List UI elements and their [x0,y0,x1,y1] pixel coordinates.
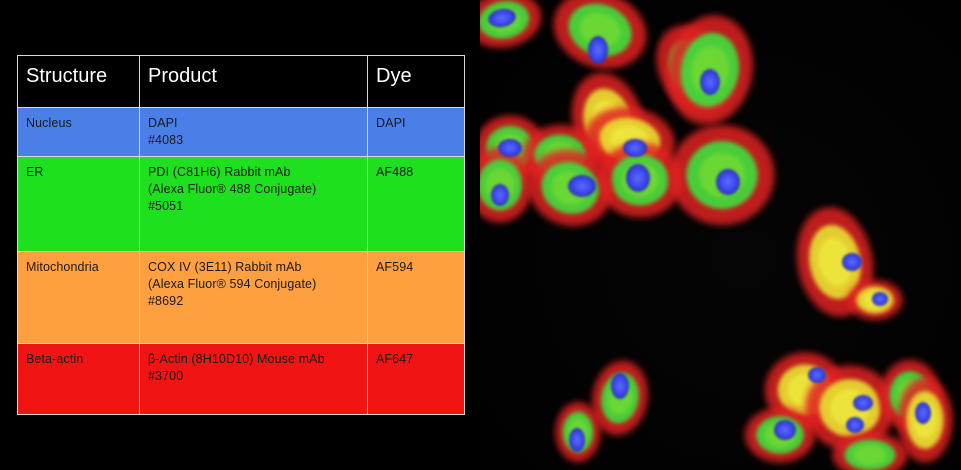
product-line: (Alexa Fluor® 488 Conjugate) [148,181,317,196]
cell-product: β-Actin (8H10D10) Mouse mAb #3700 [139,343,368,415]
table-header-row: Structure Product Dye [17,55,465,108]
cell-structure: Mitochondria [17,250,140,345]
cell-structure: Nucleus [17,106,140,158]
nucleus [842,253,862,271]
nucleus [716,169,740,195]
cell-dye: AF594 [367,250,465,345]
cell [480,0,542,48]
table-row-nucleus: Nucleus DAPI #4083 DAPI [17,106,465,158]
product-line: β-Actin (8H10D10) Mouse mAb [148,352,325,367]
nucleus [872,292,888,306]
cell-structure: ER [17,156,140,252]
cell-product: PDI (C81H6) Rabbit mAb (Alexa Fluor® 488… [139,156,368,252]
cell-dye: AF488 [367,156,465,252]
cells-image [480,0,953,470]
nucleus [588,36,608,64]
product-line: COX IV (3E11) Rabbit mAb [148,259,302,274]
cell-product: COX IV (3E11) Rabbit mAb (Alexa Fluor® 5… [139,250,368,345]
product-line: #3700 [148,369,184,384]
cell-structure: Beta-actin [17,343,140,415]
table-row-beta-actin: Beta-actin β-Actin (8H10D10) Mouse mAb #… [17,343,465,415]
product-line: #5051 [148,198,184,213]
header-dye: Dye [367,55,465,108]
nucleus [623,139,647,157]
header-product: Product [139,55,368,108]
product-line: PDI (C81H6) Rabbit mAb [148,165,291,180]
product-line: DAPI [148,116,178,130]
mito-stain [853,445,887,465]
nucleus [700,69,720,95]
product-line: #8692 [148,293,184,308]
nucleus [611,373,629,399]
product-line: #4083 [148,132,184,147]
cell-dye: DAPI [367,106,465,158]
nucleus [808,367,826,383]
legend-panel: Structure Product Dye Nucleus DAPI #4083… [0,0,480,470]
staining-legend-table: Structure Product Dye Nucleus DAPI #4083… [17,55,465,415]
table-row-mitochondria: Mitochondria COX IV (3E11) Rabbit mAb (A… [17,250,465,345]
nucleus [626,164,650,192]
cell-dye: AF647 [367,343,465,415]
nucleus [846,417,864,433]
nucleus [569,428,585,452]
cell-product: DAPI #4083 [139,106,368,158]
nucleus [853,395,873,411]
table-row-er: ER PDI (C81H6) Rabbit mAb (Alexa Fluor® … [17,156,465,252]
nucleus [774,420,796,440]
microscopy-image [480,0,961,470]
nucleus [491,184,509,206]
product-line: (Alexa Fluor® 594 Conjugate) [148,276,317,291]
nucleus [915,402,931,424]
nucleus [498,139,522,157]
header-structure: Structure [17,55,140,108]
nucleus [568,175,596,197]
